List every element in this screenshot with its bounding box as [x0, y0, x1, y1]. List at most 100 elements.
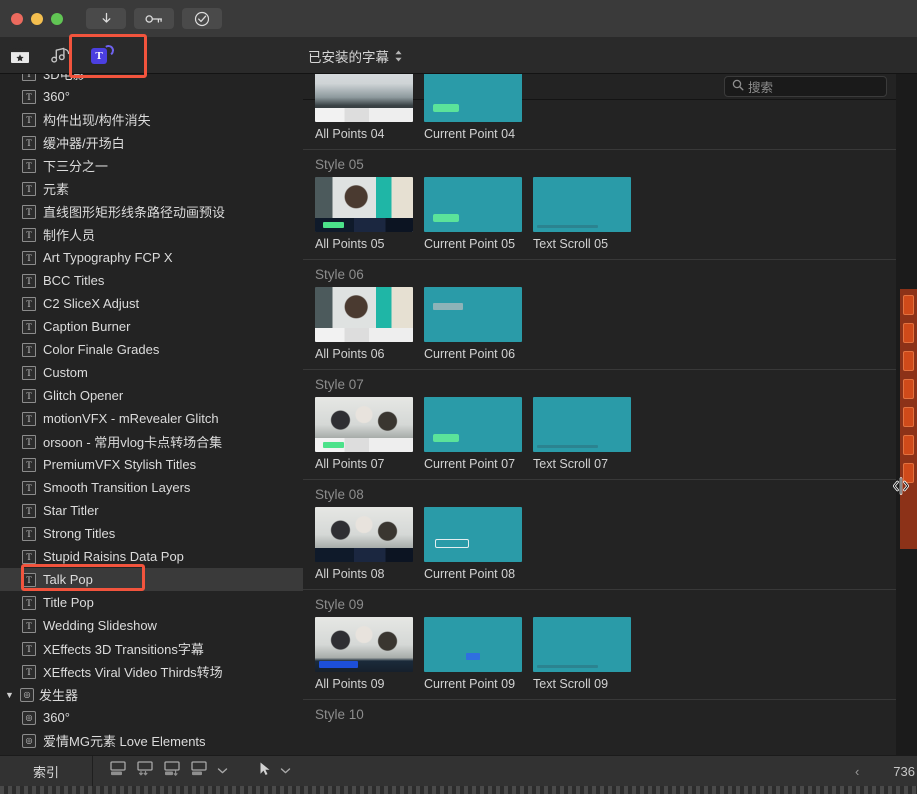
thumbnail-preview[interactable]	[424, 74, 522, 122]
title-icon: T	[22, 342, 36, 357]
thumbnail-item[interactable]: Current Point 08	[424, 507, 522, 581]
close-button[interactable]	[11, 12, 23, 25]
chevron-down-icon[interactable]	[217, 762, 228, 780]
filmstrip-down-icon[interactable]	[136, 760, 154, 782]
thumbnail-lower-third	[315, 328, 413, 342]
thumbnail-preview[interactable]	[315, 397, 413, 452]
sidebar-item-360[interactable]: T 360°	[0, 85, 303, 108]
sidebar-item-stupid-raisins-data-pop[interactable]: T Stupid Raisins Data Pop	[0, 545, 303, 568]
sidebar-item-[interactable]: T 制作人员	[0, 223, 303, 246]
filmstrip-arrow-icon[interactable]	[163, 760, 181, 782]
sidebar-item-label: BCC Titles	[43, 273, 105, 288]
generator-icon: ◎	[22, 733, 36, 748]
thumbnail-preview[interactable]	[424, 177, 522, 232]
title-icon: T	[22, 250, 36, 265]
minimize-button[interactable]	[31, 12, 43, 25]
thumbnail-preview[interactable]	[315, 74, 413, 122]
thumbnail-item[interactable]: All Points 09	[315, 617, 413, 691]
sidebar-item-wedding-slideshow[interactable]: T Wedding Slideshow	[0, 614, 303, 637]
sidebar-item-[interactable]: T 下三分之一	[0, 154, 303, 177]
sidebar-item-xeffects-viral-video-thirds[interactable]: T XEffects Viral Video Thirds转场	[0, 660, 303, 683]
sidebar-group-generators[interactable]: ▼ ◎ 发生器	[0, 683, 303, 706]
sidebar-item-orsoon-vlog[interactable]: Torsoon - 常用vlog卡点转场合集	[0, 430, 303, 453]
sidebar-item-3d[interactable]: T 3D电影	[0, 74, 303, 85]
title-icon: T	[22, 549, 36, 564]
download-button[interactable]	[86, 8, 126, 29]
sidebar-item-360[interactable]: ◎ 360°	[0, 706, 303, 729]
sidebar-item-smooth-transition-layers[interactable]: T Smooth Transition Layers	[0, 476, 303, 499]
filmstrip-icon[interactable]	[109, 760, 127, 782]
arrow-cursor-icon[interactable]	[258, 761, 271, 782]
sidebar-item-strong-titles[interactable]: T Strong Titles	[0, 522, 303, 545]
sidebar-item-caption-burner[interactable]: T Caption Burner	[0, 315, 303, 338]
sidebar-item-[interactable]: T 构件出现/构件消失	[0, 108, 303, 131]
browser-scroll-area[interactable]: All Points 04 Current Point 04 Style 05 All…	[303, 74, 896, 722]
style-section: Style 06 All Points 06 Current Point 06	[303, 259, 896, 369]
verify-button[interactable]	[182, 8, 222, 29]
thumbnail-item[interactable]: Text Scroll 05	[533, 177, 631, 251]
sidebar-item-motionvfx-mrevealer-glitch[interactable]: TmotionVFX - mRevealer Glitch	[0, 407, 303, 430]
window-bottom-edge	[0, 786, 917, 794]
thumbnail-badge	[466, 653, 480, 660]
music-note-icon[interactable]	[50, 44, 72, 66]
sidebar-item-xeffects-3d-transitions[interactable]: T XEffects 3D Transitions字幕	[0, 637, 303, 660]
filmstrip-menu-icon[interactable]	[190, 760, 208, 782]
thumbnail-item[interactable]: All Points 05	[315, 177, 413, 251]
thumbnail-preview[interactable]	[424, 507, 522, 562]
sidebar-item-premiumvfx-stylish-titles[interactable]: T PremiumVFX Stylish Titles	[0, 453, 303, 476]
sidebar-list: T 3D电影 T 360° T 构件出现/构件消失 T 缓冲器/开场白 T 下三分之一 T 元素 T 直线…	[0, 74, 303, 752]
keyframe-button[interactable]	[134, 8, 174, 29]
thumbnail-preview[interactable]	[424, 397, 522, 452]
thumbnail-preview[interactable]	[424, 617, 522, 672]
thumbnail-preview[interactable]	[315, 287, 413, 342]
back-chevron-icon[interactable]: ‹	[855, 764, 859, 779]
effects-browser-icon[interactable]	[9, 44, 31, 66]
thumbnail-item[interactable]: Current Point 04	[424, 74, 522, 141]
thumbnail-row: All Points 05 Current Point 05 Text Scroll…	[303, 177, 896, 259]
sidebar-item-glitch-opener[interactable]: T Glitch Opener	[0, 384, 303, 407]
thumbnail-preview[interactable]	[424, 287, 522, 342]
thumbnail-preview[interactable]	[315, 177, 413, 232]
sidebar-item-color-finale-grades[interactable]: T Color Finale Grades	[0, 338, 303, 361]
thumbnail-label: Current Point 08	[424, 567, 516, 581]
thumbnail-item[interactable]: All Points 06	[315, 287, 413, 361]
thumbnail-item[interactable]: Text Scroll 07	[533, 397, 631, 471]
zoom-button[interactable]	[51, 12, 63, 25]
sidebar-item-mg-love-elements[interactable]: ◎ 爱情MG元素 Love Elements	[0, 729, 303, 752]
thumbnail-preview[interactable]	[533, 397, 631, 452]
sidebar-item-star-titler[interactable]: T Star Titler	[0, 499, 303, 522]
disclosure-triangle-icon[interactable]: ▼	[4, 690, 15, 700]
style-section: All Points 04 Current Point 04	[303, 74, 896, 149]
sidebar-item-art-typography-fcp-x[interactable]: T Art Typography FCP X	[0, 246, 303, 269]
thumbnail-item[interactable]: All Points 07	[315, 397, 413, 471]
installed-titles-popup[interactable]: 已安装的字幕	[308, 37, 403, 74]
index-button[interactable]: 索引	[0, 762, 92, 781]
thumbnail-item[interactable]: Text Scroll 09	[533, 617, 631, 691]
right-panel-rail	[896, 74, 917, 755]
timeline-index-strip[interactable]	[900, 289, 917, 549]
thumbnail-item[interactable]: All Points 04	[315, 74, 413, 141]
thumbnail-preview[interactable]	[533, 177, 631, 232]
thumbnail-item[interactable]: Current Point 09	[424, 617, 522, 691]
thumbnail-item[interactable]: All Points 08	[315, 507, 413, 581]
thumbnail-preview[interactable]	[315, 507, 413, 562]
thumbnail-item[interactable]: Current Point 05	[424, 177, 522, 251]
sidebar-item-custom[interactable]: T Custom	[0, 361, 303, 384]
sidebar-item-[interactable]: T 直线图形矩形线条路径动画预设	[0, 200, 303, 223]
titles-browser-icon[interactable]: T	[91, 44, 115, 66]
thumbnail-preview[interactable]	[533, 617, 631, 672]
sidebar-item-[interactable]: T 元素	[0, 177, 303, 200]
titles-sidebar[interactable]: T 3D电影 T 360° T 构件出现/构件消失 T 缓冲器/开场白 T 下三分之一 T 元素 T 直线…	[0, 74, 303, 755]
sidebar-item-bcc-titles[interactable]: T BCC Titles	[0, 269, 303, 292]
sidebar-item-talk-pop[interactable]: T Talk Pop	[0, 568, 303, 591]
chevron-down-icon[interactable]	[280, 762, 291, 780]
sidebar-item-title-pop[interactable]: T Title Pop	[0, 591, 303, 614]
generator-icon: ◎	[22, 710, 36, 725]
sidebar-item-c2-slicex-adjust[interactable]: T C2 SliceX Adjust	[0, 292, 303, 315]
sidebar-item-[interactable]: T 缓冲器/开场白	[0, 131, 303, 154]
thumbnail-item[interactable]: Current Point 07	[424, 397, 522, 471]
thumbnail-item[interactable]: Current Point 06	[424, 287, 522, 361]
browser-toolbar: T 已安装的字幕	[0, 37, 917, 74]
sidebar-item-label: orsoon - 常用vlog卡点转场合集	[43, 435, 223, 450]
thumbnail-preview[interactable]	[315, 617, 413, 672]
